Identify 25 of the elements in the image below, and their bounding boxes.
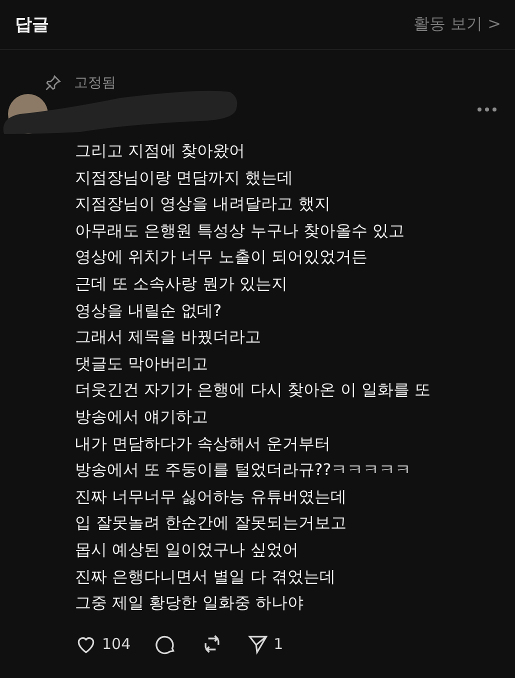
share-button[interactable]: 1 bbox=[246, 632, 284, 655]
post-text-line: 그래서 제목을 바꿨더라고 bbox=[75, 326, 262, 348]
more-icon[interactable] bbox=[477, 106, 497, 112]
page-title: 답글 bbox=[15, 14, 49, 36]
post-text-line: 지점장님이 영상을 내려달라고 했지 bbox=[75, 193, 332, 216]
post-text-line: 더웃긴건 자기가 은행에 다시 찾아온 이 일화를 또 bbox=[75, 379, 432, 402]
post-text-line: 영상을 내릴순 없데? bbox=[75, 300, 223, 322]
post-text-line: 내가 면담하다가 속상해서 운거부터 bbox=[75, 432, 332, 455]
post-text-line: 입 잘못놀려 한순간에 잘못되는거보고 bbox=[75, 512, 348, 534]
post-text-line: 방송에서 얘기하고 bbox=[75, 406, 210, 428]
post-text-line: 영상에 위치가 너무 노출이 되어있었거든 bbox=[75, 246, 368, 268]
like-button[interactable]: 104 bbox=[75, 632, 131, 655]
post-text-line: 근데 또 소속사랑 뭔가 있는지 bbox=[75, 272, 288, 295]
post-text-line: 그중 제일 황당한 일화중 하나야 bbox=[75, 592, 304, 614]
post-text-line: 진짜 너무너무 싫어하능 유튜버였는데 bbox=[75, 486, 348, 508]
activity-link[interactable]: 활동 보기 > bbox=[413, 14, 501, 35]
post-text-line: 댓글도 막아버리고 bbox=[75, 352, 210, 375]
post-text-line: 아무래도 은행원 특성상 누구나 찾아올수 있고 bbox=[75, 220, 406, 242]
post-text-line: 지점장님이랑 면담까지 했는데 bbox=[75, 166, 294, 189]
post-text-line: 방송에서 또 주둥이를 털었더라규??ㅋㅋㅋㅋㅋ bbox=[75, 459, 412, 482]
post-text-line: 몹시 예상된 일이었구나 싶었어 bbox=[75, 538, 300, 561]
pinned-label: 고정됨 bbox=[74, 74, 116, 92]
post-text-line: 그리고 지점에 찾아왔어 bbox=[75, 140, 246, 162]
post-text-line: 진짜 은행다니면서 별일 다 겪었는데 bbox=[75, 566, 336, 588]
pin-icon bbox=[44, 74, 62, 92]
